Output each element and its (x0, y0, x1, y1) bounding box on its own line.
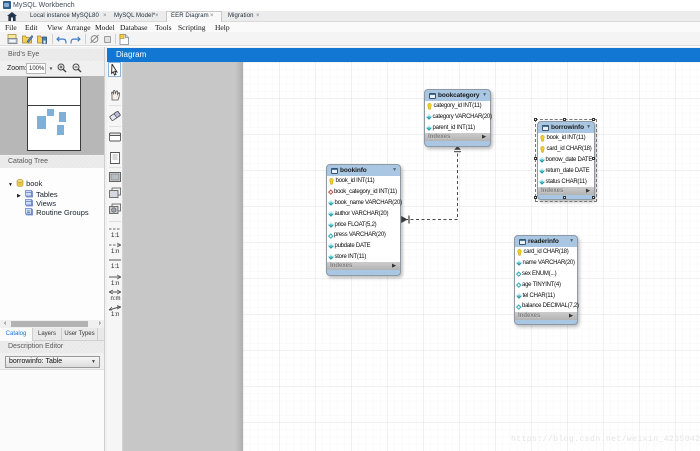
svg-text:1:1: 1:1 (111, 264, 120, 270)
svg-text:1:n: 1:n (111, 281, 119, 287)
svg-text:1:n: 1:n (111, 249, 119, 255)
svg-text:n:m: n:m (111, 296, 121, 302)
svg-text:1:1: 1:1 (111, 233, 120, 239)
svg-text:1:n: 1:n (111, 312, 119, 318)
